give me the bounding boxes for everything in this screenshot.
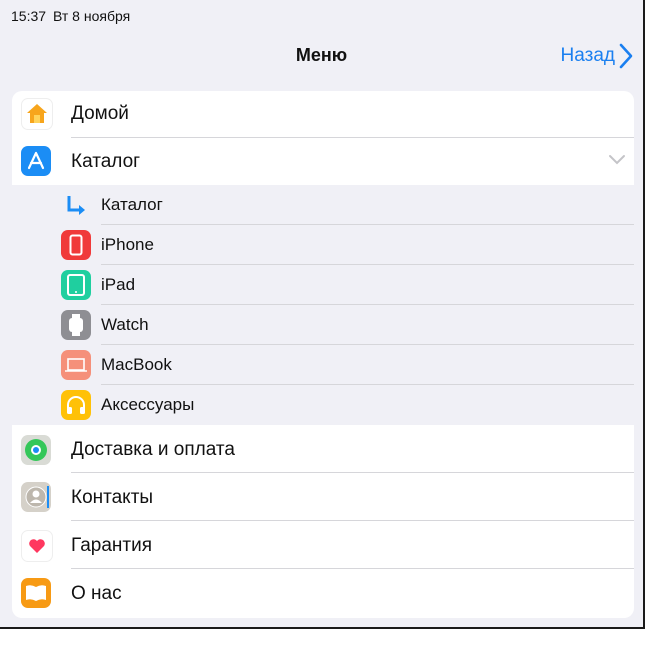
submenu-item-accessories[interactable]: Аксессуары — [12, 385, 634, 425]
submenu-item-label: iPad — [101, 275, 136, 294]
submenu-item-label: Аксессуары — [101, 395, 195, 414]
submenu-item-label: MacBook — [101, 355, 172, 374]
status-date: Вт 8 ноября — [53, 8, 131, 24]
back-button[interactable]: Назад — [561, 43, 633, 69]
menu-item-warranty[interactable]: Гарантия — [12, 521, 634, 569]
chevron-down-icon[interactable] — [608, 154, 626, 166]
ipad-icon — [61, 270, 91, 300]
page-title: Меню — [295, 45, 348, 65]
menu-item-delivery[interactable]: Доставка и оплата — [12, 426, 634, 473]
macbook-icon — [61, 350, 91, 380]
return-arrow-icon — [61, 190, 91, 220]
menu-item-contacts[interactable]: Контакты — [12, 473, 634, 521]
status-time: 15:37 — [11, 8, 47, 24]
submenu-item-watch[interactable]: Watch — [12, 305, 634, 345]
location-icon — [21, 435, 51, 465]
menu-item-catalog[interactable]: Каталог — [12, 138, 634, 185]
submenu-item-label: iPhone — [101, 235, 154, 254]
watch-icon — [61, 310, 91, 340]
back-label: Назад — [560, 45, 615, 66]
menu-list: Домой Каталог Каталог iPhone iPad Watch … — [12, 91, 634, 618]
submenu-item-iphone[interactable]: iPhone — [12, 225, 634, 265]
heart-icon — [21, 530, 53, 562]
menu-item-label: О нас — [71, 583, 122, 604]
submenu-item-catalog[interactable]: Каталог — [12, 185, 634, 225]
submenu-item-ipad[interactable]: iPad — [12, 265, 634, 305]
app-store-icon — [21, 146, 51, 176]
book-icon — [21, 578, 51, 608]
iphone-icon — [61, 230, 91, 260]
home-icon — [21, 98, 53, 130]
catalog-submenu: Каталог iPhone iPad Watch MacBook Аксесс… — [12, 185, 634, 425]
menu-item-label: Контакты — [71, 487, 154, 508]
contacts-icon — [21, 482, 51, 512]
menu-item-label: Домой — [71, 103, 129, 124]
menu-item-label: Доставка и оплата — [71, 439, 235, 460]
screen: 15:37 Вт 8 ноября Меню Назад Домой Катал… — [0, 0, 645, 629]
menu-item-label: Гарантия — [71, 535, 153, 556]
menu-item-about[interactable]: О нас — [12, 569, 634, 618]
submenu-item-macbook[interactable]: MacBook — [12, 345, 634, 385]
headphones-icon — [61, 390, 91, 420]
menu-item-label: Каталог — [71, 151, 141, 172]
submenu-item-label: Каталог — [101, 195, 163, 214]
submenu-item-label: Watch — [101, 315, 149, 334]
menu-item-home[interactable]: Домой — [12, 91, 634, 138]
chevron-right-icon — [619, 43, 633, 69]
